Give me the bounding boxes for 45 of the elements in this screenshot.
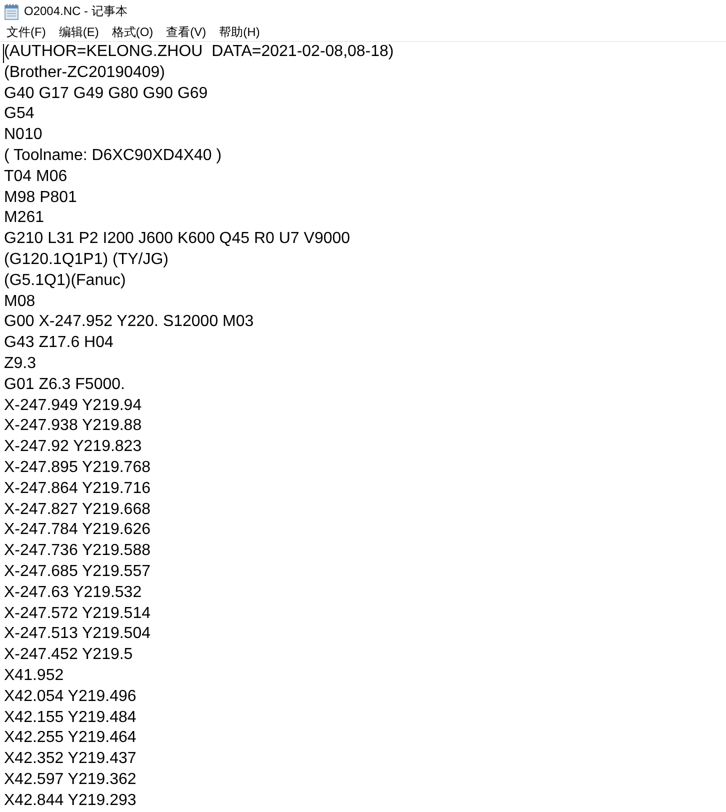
text-cursor bbox=[3, 44, 4, 63]
code-line: M98 P801 bbox=[4, 188, 77, 208]
code-line: X41.952 bbox=[4, 666, 64, 686]
code-line: X42.155 Y219.484 bbox=[4, 708, 136, 728]
code-line: X-247.513 Y219.504 bbox=[4, 624, 150, 644]
code-line: N010 bbox=[4, 125, 42, 146]
code-line: G210 L31 P2 I200 J600 K600 Q45 R0 U7 V9000 bbox=[4, 229, 350, 250]
code-line: X-247.63 Y219.532 bbox=[4, 582, 142, 603]
code-line: X-247.895 Y219.768 bbox=[4, 458, 150, 478]
code-line: X42.255 Y219.464 bbox=[4, 728, 136, 748]
code-line: (G5.1Q1)(Fanuc) bbox=[4, 270, 126, 291]
menu-item[interactable]: 编辑(E) bbox=[52, 22, 106, 41]
code-line: T04 M06 bbox=[4, 166, 68, 187]
code-line: X42.597 Y219.362 bbox=[4, 770, 136, 790]
code-line: M08 bbox=[4, 292, 36, 312]
code-line: G54 bbox=[4, 104, 34, 124]
code-line: X-247.452 Y219.5 bbox=[4, 645, 133, 666]
code-line: X-247.736 Y219.588 bbox=[4, 541, 150, 562]
code-line: Z9.3 bbox=[4, 354, 36, 374]
code-line: X-247.864 Y219.716 bbox=[4, 478, 150, 499]
menu-item[interactable]: 格式(O) bbox=[105, 22, 160, 41]
code-line: X-247.92 Y219.823 bbox=[4, 437, 142, 458]
menu-item[interactable]: 帮助(H) bbox=[212, 22, 266, 41]
code-line: G40 G17 G49 G80 G90 G69 bbox=[4, 84, 208, 104]
notepad-icon bbox=[3, 2, 20, 20]
code-line: (G120.1Q1P1) (TY/JG) bbox=[4, 250, 168, 270]
code-line: X-247.827 Y219.668 bbox=[4, 500, 150, 520]
code-line: X-247.572 Y219.514 bbox=[4, 604, 150, 624]
code-line: G01 Z6.3 F5000. bbox=[4, 374, 125, 395]
code-line: X42.054 Y219.496 bbox=[4, 686, 136, 707]
code-line: G43 Z17.6 H04 bbox=[4, 333, 114, 354]
code-line: (Brother-ZC20190409) bbox=[4, 62, 165, 83]
code-line: ( Toolname: D6XC90XD4X40 ) bbox=[4, 146, 222, 166]
code-line: (AUTHOR=KELONG.ZHOU DATA=2021-02-08,08-18) bbox=[4, 42, 394, 62]
code-line: X-247.685 Y219.557 bbox=[4, 562, 150, 582]
code-line: X-247.949 Y219.94 bbox=[4, 396, 142, 416]
code-line: M261 bbox=[4, 208, 44, 228]
menu-item[interactable]: 文件(F) bbox=[0, 22, 52, 41]
code-line: X-247.784 Y219.626 bbox=[4, 520, 150, 540]
window-title: O2004.NC - 记事本 bbox=[24, 3, 128, 19]
code-line: X42.844 Y219.293 bbox=[4, 790, 136, 811]
code-line: G00 X-247.952 Y220. S12000 M03 bbox=[4, 312, 254, 332]
menu-item[interactable]: 查看(V) bbox=[160, 22, 213, 41]
code-line: X42.352 Y219.437 bbox=[4, 749, 136, 770]
code-line: X-247.938 Y219.88 bbox=[4, 416, 142, 436]
